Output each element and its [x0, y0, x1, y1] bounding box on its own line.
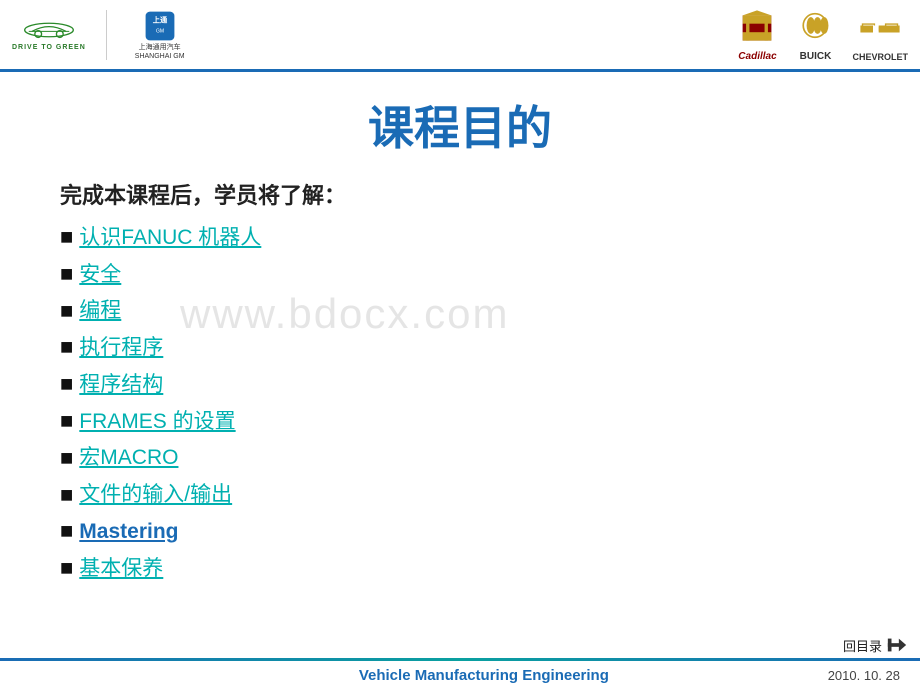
list-item: ■ 程序结构: [60, 369, 860, 400]
back-to-menu-label: 回目录: [843, 636, 882, 655]
shanghai-gm-text: 上海通用汽车 SHANGHAI GM: [135, 44, 185, 61]
cadillac-brand-name: Cadillac: [738, 51, 776, 62]
menu-link-mastering[interactable]: Mastering: [79, 517, 178, 546]
bullet-icon: ■: [60, 553, 73, 584]
chevrolet-brand-name: CHEVROLET: [852, 52, 908, 62]
bullet-icon: ■: [60, 516, 73, 547]
bullet-icon: ■: [60, 259, 73, 290]
shanghai-gm-icon: 上通 GM: [142, 8, 178, 44]
footer-top: 回目录: [0, 632, 920, 658]
list-item: ■ 文件的输入/输出: [60, 480, 860, 511]
chevrolet-logo: CHEVROLET: [852, 8, 908, 62]
menu-link-file-io[interactable]: 文件的输入/输出: [79, 480, 232, 509]
menu-list: ■ 认识FANUC 机器人 ■ 安全 ■ 编程 ■ 执行程序 ■ 程序结构 ■ …: [60, 222, 860, 584]
list-item: ■ 安全: [60, 259, 860, 290]
bullet-icon: ■: [60, 443, 73, 474]
list-item: ■ Mastering: [60, 516, 860, 547]
menu-link-structure[interactable]: 程序结构: [79, 370, 163, 399]
bullet-icon: ■: [60, 406, 73, 437]
svg-text:上通: 上通: [152, 16, 167, 25]
list-item: ■ 基本保养: [60, 553, 860, 584]
menu-link-frames[interactable]: FRAMES 的设置: [79, 407, 235, 436]
footer-bottom: Vehicle Manufacturing Engineering 2010. …: [0, 661, 920, 690]
footer-date: 2010. 10. 28: [828, 668, 900, 683]
buick-brand-name: BUICK: [800, 51, 832, 62]
menu-link-programming[interactable]: 编程: [79, 296, 121, 325]
back-to-menu-button[interactable]: 回目录: [843, 634, 908, 656]
list-item: ■ FRAMES 的设置: [60, 406, 860, 437]
header: DRIVE TO GREEN 上通 GM 上海通用汽车 SHANGHAI GM: [0, 0, 920, 72]
bullet-icon: ■: [60, 369, 73, 400]
list-item: ■ 执行程序: [60, 332, 860, 363]
list-item: ■ 编程: [60, 296, 860, 327]
header-divider: [106, 10, 107, 60]
bullet-icon: ■: [60, 296, 73, 327]
back-arrow-icon: [886, 634, 908, 656]
list-item: ■ 认识FANUC 机器人: [60, 222, 860, 253]
header-right-logos: Cadillac BUICK CHEVROLET: [736, 7, 908, 62]
chevrolet-bowtie-icon: [859, 8, 901, 50]
footer-center-text: Vehicle Manufacturing Engineering: [140, 667, 828, 684]
svg-text:GM: GM: [156, 29, 164, 35]
menu-link-execute[interactable]: 执行程序: [79, 333, 163, 362]
menu-link-macro[interactable]: 宏MACRO: [79, 443, 178, 472]
list-item: ■ 宏MACRO: [60, 443, 860, 474]
cadillac-crest-icon: [736, 7, 778, 49]
buick-logo-icon: [794, 7, 836, 49]
menu-link-safety[interactable]: 安全: [79, 260, 121, 289]
main-content: 课程目的 完成本课程后，学员将了解： ■ 认识FANUC 机器人 ■ 安全 ■ …: [0, 72, 920, 600]
buick-logo: BUICK: [794, 7, 836, 62]
drive-to-green-text: DRIVE TO GREEN: [12, 44, 86, 51]
header-left-logos: DRIVE TO GREEN 上通 GM 上海通用汽车 SHANGHAI GM: [12, 8, 185, 61]
menu-link-fanuc[interactable]: 认识FANUC 机器人: [79, 223, 261, 252]
shanghai-gm-logo: 上通 GM 上海通用汽车 SHANGHAI GM: [135, 8, 185, 61]
car-svg-icon: [22, 18, 76, 42]
page-title: 课程目的: [60, 92, 860, 158]
bullet-icon: ■: [60, 332, 73, 363]
menu-link-maintenance[interactable]: 基本保养: [79, 554, 163, 583]
bullet-icon: ■: [60, 222, 73, 253]
bullet-icon: ■: [60, 480, 73, 511]
page-subtitle: 完成本课程后，学员将了解：: [60, 178, 860, 210]
cadillac-logo: Cadillac: [736, 7, 778, 62]
footer: 回目录 Vehicle Manufacturing Engineering 20…: [0, 632, 920, 690]
drive-to-green-logo: DRIVE TO GREEN: [12, 18, 86, 51]
